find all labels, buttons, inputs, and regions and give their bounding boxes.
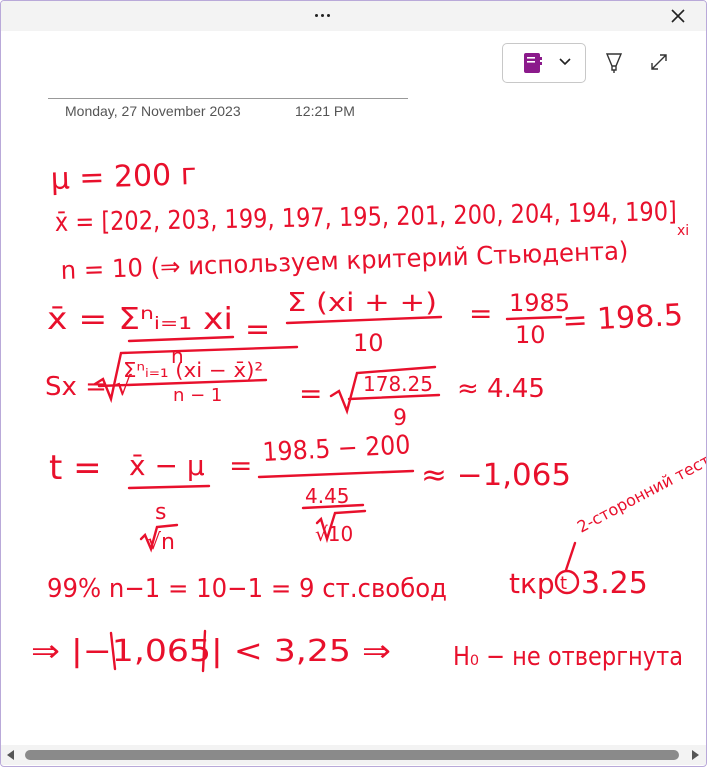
ink-t-num: x̄ − μ bbox=[129, 449, 205, 482]
ink-two-sided: 2-сторонний тест bbox=[574, 450, 706, 536]
ink-t-den: 4.45 bbox=[305, 484, 350, 508]
ink-eq2: = bbox=[469, 297, 492, 330]
ink-compare: ⇒ |−1,065| < 3,25 ⇒ bbox=[31, 634, 391, 669]
ink-sqrt2: √ bbox=[331, 407, 338, 418]
scrollbar-thumb[interactable] bbox=[25, 750, 679, 760]
ink-sd-result: ≈ 4.45 bbox=[457, 374, 545, 404]
ink-tcrit: 3.25 bbox=[581, 566, 648, 601]
ink-sd-den: n − 1 bbox=[173, 385, 222, 406]
ink-df: 99% n−1 = 10−1 = 9 ст.свобод bbox=[47, 574, 447, 604]
ink-t-s: s bbox=[155, 500, 166, 525]
onenote-window: Monday, 27 November 2023 12:21 PM μ = 20… bbox=[0, 0, 707, 767]
ink-t: t = bbox=[49, 448, 102, 488]
ink-10: 10 bbox=[515, 321, 546, 349]
scroll-left-icon[interactable] bbox=[7, 750, 14, 760]
ink-sd-num: Σⁿᵢ₌₁ (xi − x̄)² bbox=[123, 358, 263, 382]
horizontal-scrollbar[interactable] bbox=[1, 745, 706, 765]
ink-178: 178.25 bbox=[363, 372, 433, 396]
ink-t-circled: t bbox=[560, 573, 567, 594]
ink-9: 9 bbox=[393, 406, 407, 431]
ink-eq3: = bbox=[299, 377, 322, 410]
ink-h0: H₀ − не отвергнута bbox=[453, 642, 683, 672]
ink-t-sqrt10: √10 bbox=[315, 522, 353, 546]
ink-t-result: ≈ −1,065 bbox=[421, 458, 571, 493]
ink-eq1: = bbox=[245, 312, 270, 347]
handwritten-ink-canvas: μ = 200 г x̄ = [202, 203, 199, 197, 195,… bbox=[31, 157, 706, 673]
ink-sum-den: 10 bbox=[353, 329, 384, 357]
ink-mean-lhs: x̄ = Σⁿᵢ₌₁ xi bbox=[47, 302, 233, 337]
ink-tkr: tкр bbox=[509, 567, 555, 600]
ink-mean-result: = 198.5 bbox=[562, 298, 684, 339]
ink-mu: μ = 200 г bbox=[50, 157, 197, 197]
ink-n: n = 10 (⇒ используем критерий Стьюдента) bbox=[60, 236, 629, 285]
ink-t-sqrtn: √n bbox=[147, 530, 175, 555]
ink-sx: Sx = √ bbox=[45, 372, 132, 402]
ink-xi-label: xi bbox=[677, 223, 689, 239]
scroll-right-icon[interactable] bbox=[692, 750, 699, 760]
ink-eq4: = bbox=[229, 449, 252, 482]
ink-sample: x̄ = [202, 203, 199, 197, 195, 201, 200,… bbox=[55, 197, 677, 238]
ink-t-num2: 198.5 − 200 bbox=[262, 430, 411, 468]
ink-1985: 1985 bbox=[509, 289, 570, 317]
ink-sum-num: Σ (xi + +) bbox=[287, 288, 437, 318]
